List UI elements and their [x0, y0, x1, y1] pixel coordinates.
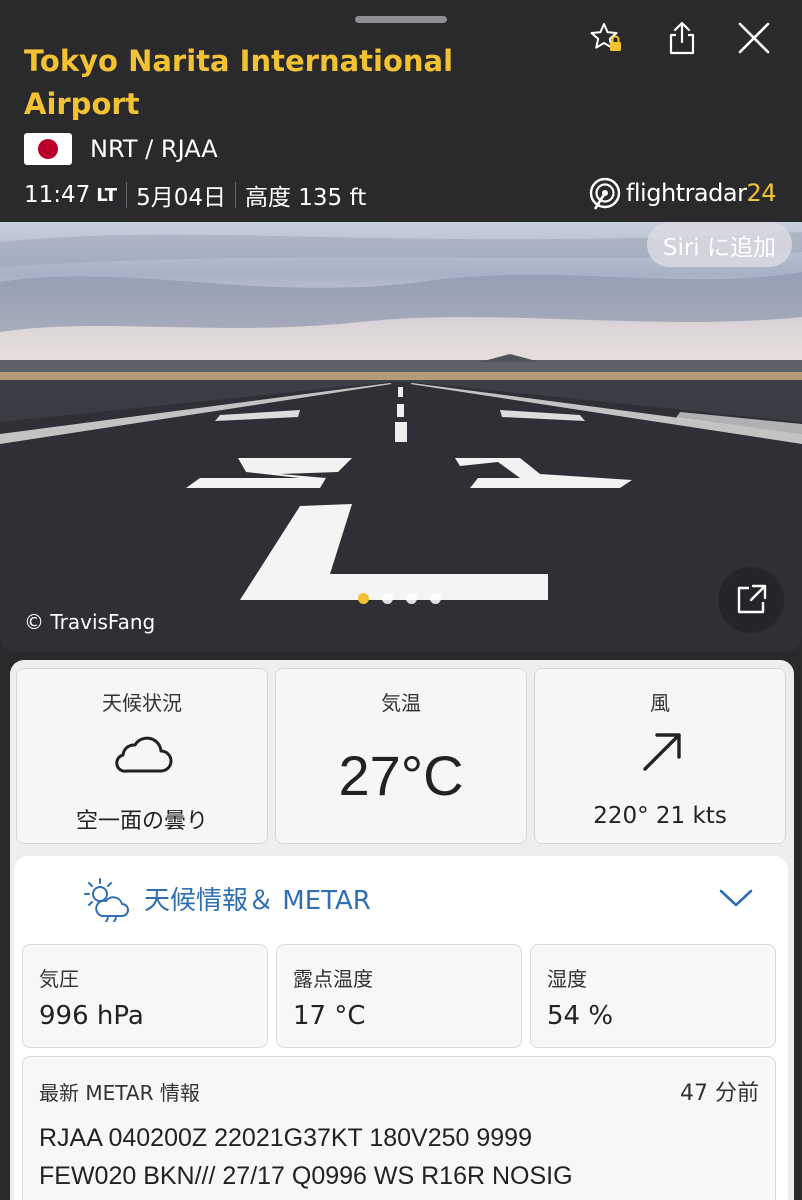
wind-label: 風	[650, 691, 670, 715]
page-dot[interactable]	[382, 593, 393, 604]
share-icon	[669, 21, 695, 55]
page-dot[interactable]	[406, 593, 417, 604]
airport-meta: 11:47 LT 5月04日 高度 135 ft	[24, 178, 366, 212]
airport-photo[interactable]: Siri に追加 © TravisFang	[0, 222, 802, 652]
humidity-value: 54 %	[547, 1001, 614, 1031]
japan-flag-icon	[24, 133, 72, 165]
close-button[interactable]	[732, 16, 776, 60]
weather-cloud-sun-icon	[84, 878, 129, 922]
photo-credit: © TravisFang	[24, 610, 156, 634]
weather-metar-header[interactable]: 天候情報＆ METAR	[14, 856, 788, 940]
close-icon	[738, 22, 770, 54]
add-to-siri-button[interactable]: Siri に追加	[646, 222, 792, 267]
metar-raw-text: RJAA 040200Z 22021G37KT 180V250 9999 FEW…	[39, 1119, 739, 1195]
weather-panel: 天候状況 空一面の曇り 気温 27°C 風 220° 21 kts 天候情報＆ …	[10, 660, 794, 1200]
condition-label: 天候状況	[102, 691, 182, 715]
humidity-tile: 湿度 54 %	[530, 944, 776, 1048]
local-date: 5月04日	[136, 185, 226, 211]
dewpoint-value: 17 °C	[293, 1001, 366, 1031]
condition-value: 空一面の曇り	[75, 809, 208, 834]
flightradar24-logo: flightradar24	[588, 176, 776, 210]
cloud-icon	[115, 736, 173, 773]
divider	[234, 182, 236, 208]
iata-icao-codes: NRT / RJAA	[90, 135, 218, 163]
page-dot[interactable]	[358, 593, 369, 604]
share-button[interactable]	[660, 16, 704, 60]
divider	[126, 182, 128, 208]
temperature-label: 気温	[381, 691, 421, 715]
airport-name: Tokyo Narita International Airport	[24, 44, 454, 121]
pressure-tile: 気圧 996 hPa	[22, 944, 268, 1048]
wind-tile: 風 220° 21 kts	[534, 668, 786, 844]
metar-age: 47 分前	[680, 1081, 759, 1106]
airport-codes: NRT / RJAA	[24, 133, 218, 165]
wind-value: 220° 21 kts	[593, 803, 727, 829]
weather-metar-card: 天候情報＆ METAR 気圧 996 hPa 露点温度 17 °C 湿度 54 …	[14, 856, 788, 1200]
altitude: 高度 135 ft	[244, 185, 367, 211]
temperature-value: 27°C	[338, 744, 464, 807]
airport-header: Tokyo Narita International Airport NRT /…	[0, 0, 802, 222]
runway-photo	[0, 222, 802, 652]
brand-number: 24	[746, 179, 776, 207]
dewpoint-label: 露点温度	[293, 967, 373, 991]
local-time: 11:47	[24, 182, 91, 208]
humidity-label: 湿度	[547, 967, 587, 991]
pressure-value: 996 hPa	[39, 1001, 144, 1031]
latest-metar-tile: 最新 METAR 情報 47 分前 RJAA 040200Z 22021G37K…	[22, 1056, 776, 1200]
weather-area: 天候状況 空一面の曇り 気温 27°C 風 220° 21 kts 天候情報＆ …	[0, 652, 802, 1200]
expand-icon	[737, 584, 767, 614]
sheet-grabber[interactable]	[355, 16, 447, 23]
pressure-label: 気圧	[39, 967, 79, 991]
metar-line: RJAA 040200Z 22021G37KT 180V250 9999	[39, 1124, 532, 1152]
local-time-suffix: LT	[96, 184, 118, 206]
metar-line: FEW020 BKN/// 27/17 Q0996 WS R16R NOSIG	[39, 1162, 573, 1190]
temperature-tile: 気温 27°C	[275, 668, 527, 844]
chevron-down-icon[interactable]	[718, 882, 754, 912]
brand-name: flightradar	[625, 179, 747, 207]
latest-metar-label: 最新 METAR 情報	[39, 1081, 200, 1105]
star-lock-icon	[590, 23, 621, 51]
wind-direction-arrow-icon	[643, 733, 681, 771]
weather-condition-tile: 天候状況 空一面の曇り	[16, 668, 268, 844]
weather-metar-title: 天候情報＆ METAR	[144, 886, 371, 916]
expand-photo-button[interactable]	[718, 567, 784, 633]
photo-page-indicator[interactable]	[358, 593, 454, 604]
dewpoint-tile: 露点温度 17 °C	[276, 944, 522, 1048]
page-dot[interactable]	[430, 593, 441, 604]
radar-logo-icon	[589, 177, 621, 210]
favorite-button[interactable]	[584, 16, 628, 60]
